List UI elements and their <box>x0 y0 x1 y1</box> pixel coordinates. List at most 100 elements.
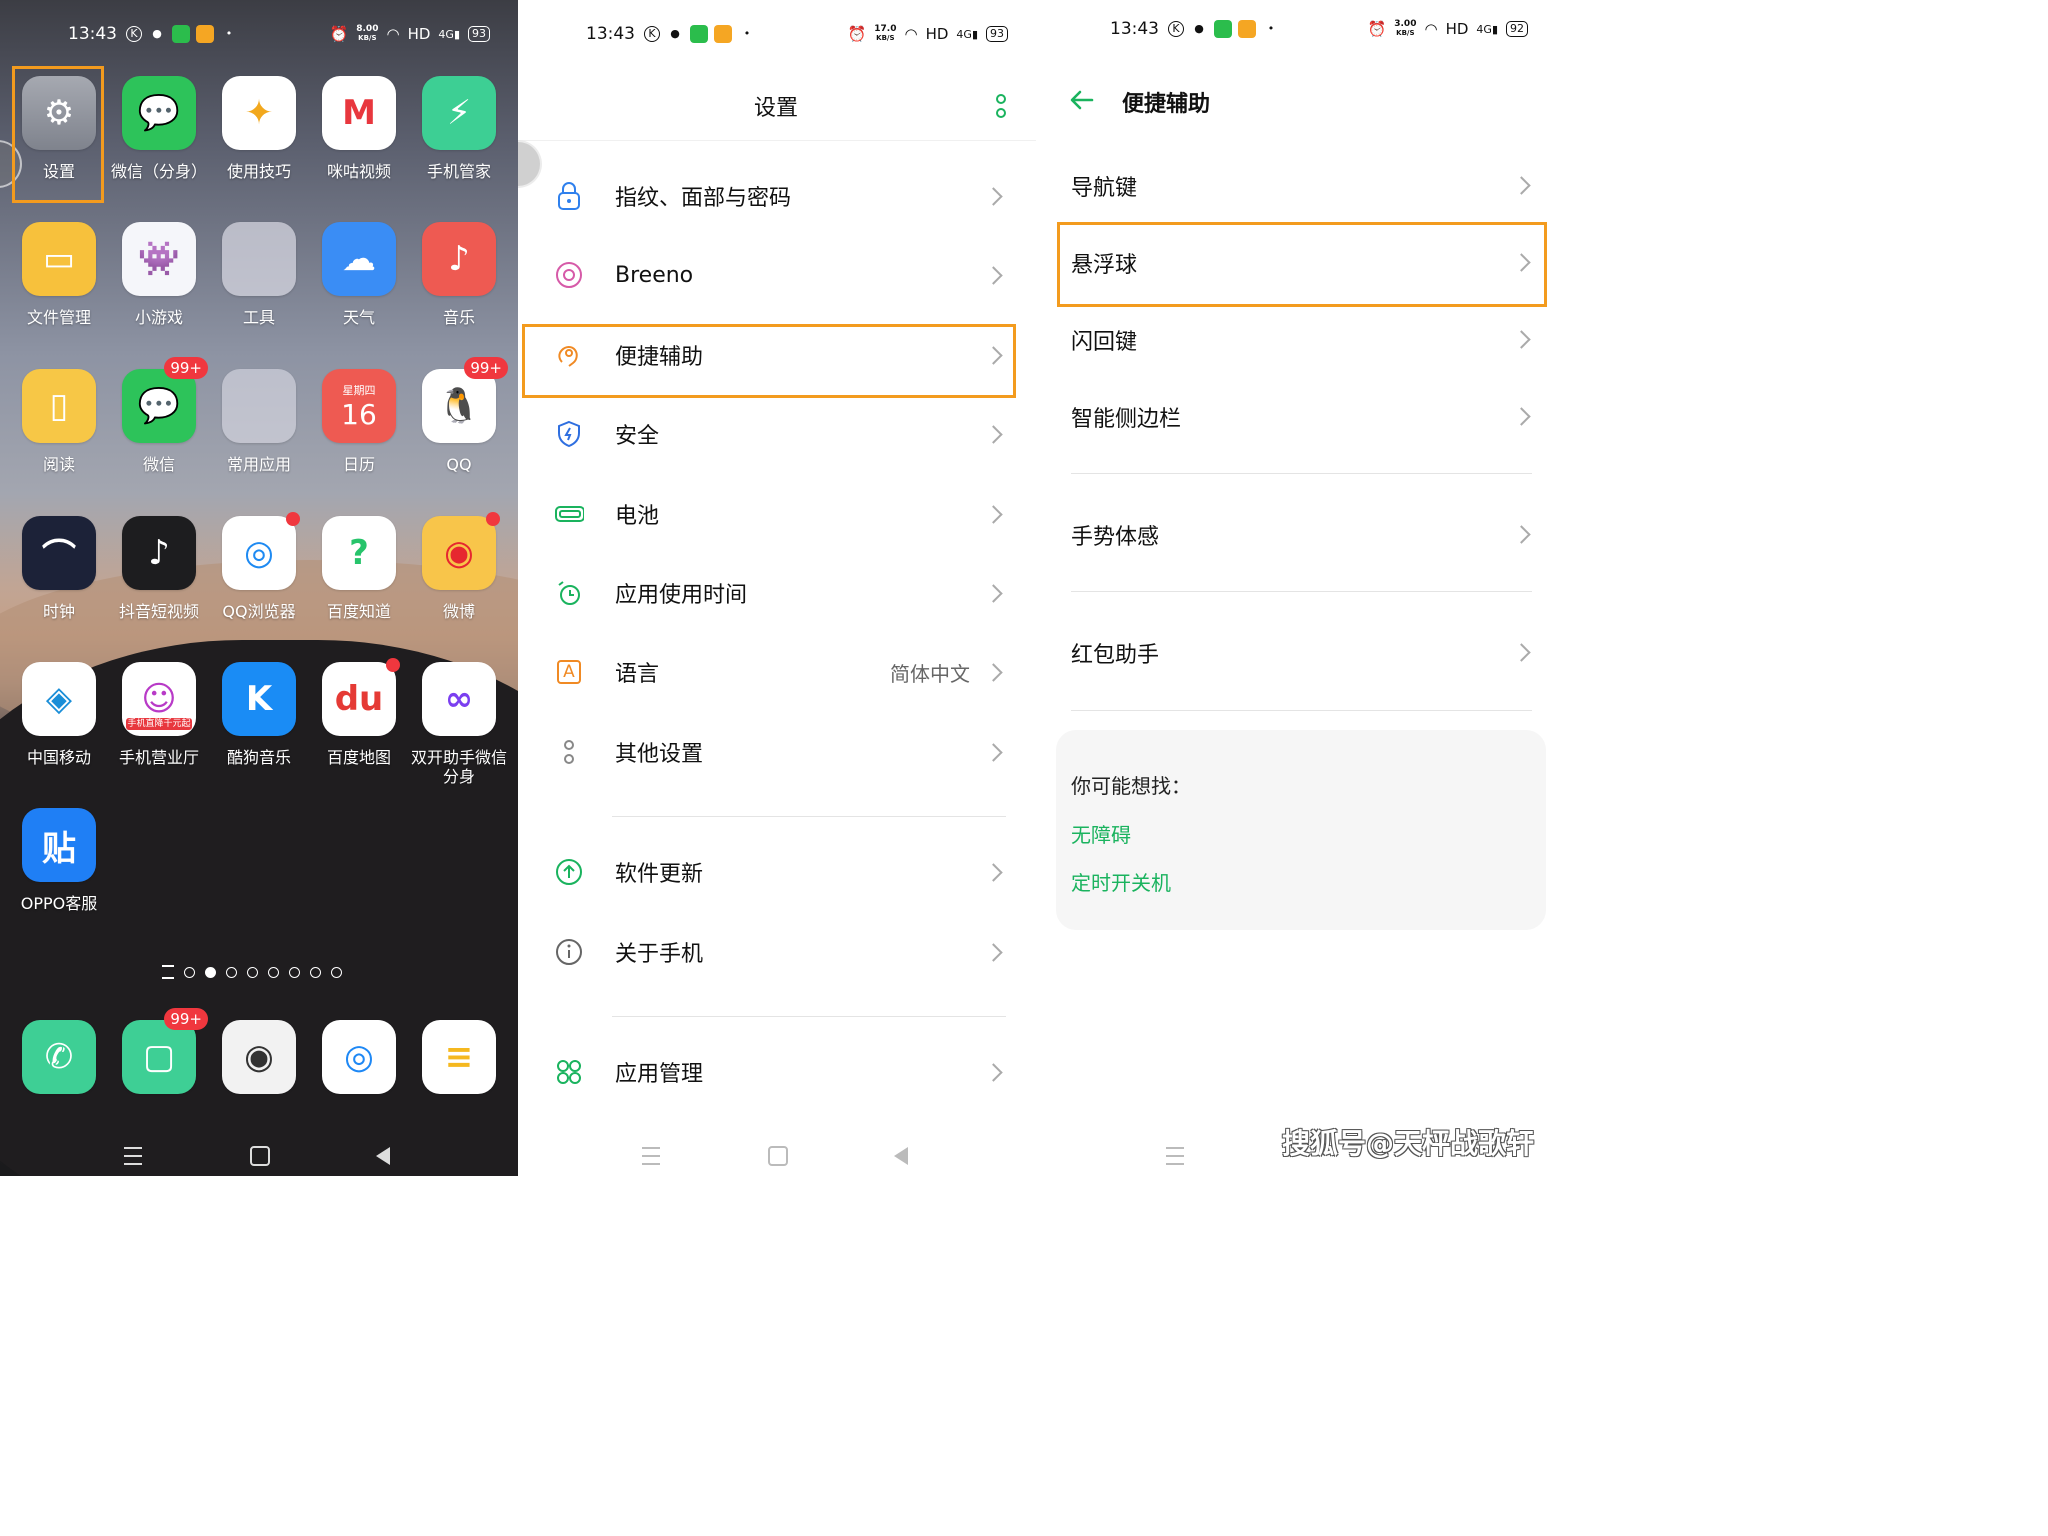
app-weather[interactable]: ☁ 天气 <box>309 222 409 327</box>
weibo-notif-icon <box>196 25 214 43</box>
iqiyi-notif-icon <box>172 25 190 43</box>
chevron-right-icon <box>1512 330 1531 349</box>
lock-icon <box>554 181 584 211</box>
iqiyi-notif-icon <box>1214 20 1232 38</box>
app-weibo[interactable]: ◉ 微博 <box>409 512 509 621</box>
convenience-highlight-box <box>522 324 1016 398</box>
nav-back-button[interactable] <box>894 1147 908 1165</box>
dock-phone[interactable]: ✆ <box>9 1020 109 1094</box>
dock-camera[interactable]: ◉ <box>209 1020 309 1094</box>
floating-ball-highlight-box <box>1057 222 1547 307</box>
convenience-item-label: 智能侧边栏 <box>1071 407 1182 432</box>
notification-dot <box>386 658 400 672</box>
app-douyin[interactable]: ♪ 抖音短视频 <box>109 516 209 621</box>
settings-item-lock[interactable]: 指纹、面部与密码 <box>518 161 1036 231</box>
chevron-right-icon <box>984 742 1003 762</box>
convenience-item[interactable]: 闪回键 <box>1036 304 1556 374</box>
app-phone-manager-shield[interactable]: ⚡ 手机管家 <box>409 76 509 181</box>
nav-home-button[interactable] <box>250 1146 270 1166</box>
dock-notes[interactable]: ≡ <box>409 1020 509 1094</box>
app-tools-folder[interactable]: 工具 <box>209 222 309 327</box>
convenience-item[interactable]: 导航键 <box>1036 150 1556 220</box>
page-dot[interactable] <box>205 966 216 978</box>
nav-home-button[interactable] <box>768 1146 788 1166</box>
chevron-right-icon <box>984 504 1003 524</box>
app-folder[interactable]: ▭ 文件管理 <box>9 222 109 327</box>
settings-item-info[interactable]: 关于手机 <box>518 917 1036 987</box>
net-speed: 3.00 KB/S <box>1394 20 1416 38</box>
app-qq-penguin[interactable]: 🐧 99+ QQ <box>409 357 509 474</box>
chevron-right-icon <box>984 942 1003 962</box>
page-dot[interactable] <box>268 966 279 978</box>
settings-item-language[interactable]: A 语言 简体中文 <box>518 637 1036 707</box>
music-icon: ♪ <box>422 222 496 296</box>
page-dot[interactable] <box>331 966 342 978</box>
app-tips-signpost[interactable]: ✦ 使用技巧 <box>209 76 309 181</box>
battery-icon <box>554 499 584 529</box>
settings-item-app-management[interactable]: 应用管理 <box>518 1037 1036 1107</box>
suggestion-link-accessibility[interactable]: 无障碍 <box>1071 819 1131 848</box>
settings-item-update-arrow[interactable]: 软件更新 <box>518 837 1036 907</box>
app-oppo-service[interactable]: 贴 OPPO客服 <box>9 808 109 913</box>
app-dual-app[interactable]: ∞ 双开助手微信分身 <box>409 662 509 786</box>
status-right-icons: ⏰ 17.0 KB/S ◠ HD 4G▮ 93 <box>848 22 1008 46</box>
calendar-weekday: 星期四 <box>342 383 376 397</box>
app-qq-browser[interactable]: ◎ QQ浏览器 <box>209 512 309 621</box>
app-book[interactable]: ▯ 阅读 <box>9 369 109 474</box>
app-baidu-map[interactable]: du 百度地图 <box>309 658 409 767</box>
battery-indicator: 93 <box>468 26 490 42</box>
nav-recent-button[interactable] <box>124 1147 142 1165</box>
page-dot[interactable] <box>226 966 237 978</box>
chevron-right-icon <box>984 424 1003 444</box>
wechat-clone-icon: 💬 <box>122 76 196 150</box>
app-label: QQ <box>446 455 472 474</box>
nav-recent-button[interactable] <box>642 1147 660 1165</box>
iqiyi-notif-icon <box>690 25 708 43</box>
calendar-icon: 星期四 16 <box>322 369 396 443</box>
app-label: 小游戏 <box>134 308 183 327</box>
settings-item-security-shield[interactable]: 安全 <box>518 399 1036 469</box>
back-arrow-icon[interactable] <box>1068 86 1096 114</box>
app-china-mobile[interactable]: ◈ 中国移动 <box>9 662 109 767</box>
app-kugou[interactable]: K 酷狗音乐 <box>209 662 309 767</box>
settings-item-breeno[interactable]: Breeno <box>518 240 1036 310</box>
page-dot[interactable] <box>184 966 195 978</box>
app-wechat-clone[interactable]: 💬 微信（分身） <box>109 76 209 181</box>
app-mini-games[interactable]: 👾 小游戏 <box>109 222 209 327</box>
browser-icon: ◎ <box>322 1020 396 1094</box>
app-migu-video[interactable]: M 咪咕视频 <box>309 76 409 181</box>
page-dot[interactable] <box>289 966 300 978</box>
net-type: 4G <box>1476 22 1492 36</box>
settings-item-label: 电池 <box>615 504 660 529</box>
app-calendar[interactable]: 星期四 16 日历 <box>309 369 409 474</box>
more-options-icon[interactable] <box>996 94 1006 118</box>
suggestion-link-scheduled-power[interactable]: 定时开关机 <box>1071 867 1171 896</box>
app-label: 双开助手微信分身 <box>410 748 507 786</box>
chevron-right-icon <box>984 862 1003 882</box>
convenience-item[interactable]: 红包助手 <box>1036 617 1556 687</box>
app-baidu-zhidao[interactable]: ? 百度知道 <box>309 516 409 621</box>
signal-icon: 4G▮ <box>956 27 978 41</box>
app-music[interactable]: ♪ 音乐 <box>409 222 509 327</box>
convenience-item[interactable]: 智能侧边栏 <box>1036 381 1556 451</box>
nav-back-button[interactable] <box>376 1147 390 1165</box>
settings-item-other-settings[interactable]: 其他设置 <box>518 717 1036 787</box>
convenience-item[interactable]: 手势体感 <box>1036 499 1556 569</box>
settings-item-battery[interactable]: 电池 <box>518 479 1036 549</box>
app-common-apps-folder[interactable]: 常用应用 <box>209 369 309 474</box>
section-divider <box>1071 473 1532 474</box>
more-dot-icon: • <box>1267 22 1275 35</box>
qq-penguin-icon: 🐧 99+ <box>422 357 508 443</box>
app-label: 抖音短视频 <box>118 602 199 621</box>
page-dot[interactable] <box>310 966 321 978</box>
dock-messages[interactable]: ▢ 99+ <box>109 1008 209 1094</box>
net-speed: 8.00 KB/S <box>356 25 378 43</box>
app-clock[interactable]: ⌒ 时钟 <box>9 516 109 621</box>
app-wechat[interactable]: 💬 99+ 微信 <box>109 357 209 474</box>
page-dot[interactable] <box>247 966 258 978</box>
settings-item-screen-time[interactable]: 应用使用时间 <box>518 558 1036 628</box>
nav-recent-button[interactable] <box>1166 1147 1184 1165</box>
app-mobile-hall[interactable]: ☺ 手机直降千元起 手机营业厅 <box>109 662 209 767</box>
dock-browser[interactable]: ◎ <box>309 1020 409 1094</box>
section-divider <box>612 816 1006 817</box>
